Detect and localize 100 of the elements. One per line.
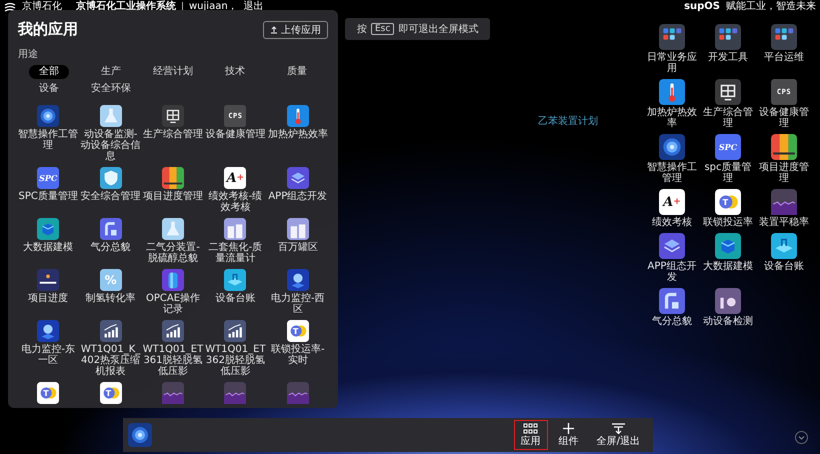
tile-caption[interactable]: OPCAE操作记录 xyxy=(142,293,204,315)
coin-icon: T xyxy=(100,382,122,404)
shortcut-caption[interactable]: 项目进度管理 xyxy=(756,162,812,184)
coin-icon: T xyxy=(715,189,741,215)
user-name: wujiaan， xyxy=(189,0,238,13)
color-stripes-icon xyxy=(162,167,184,189)
tile-caption[interactable]: 智慧操作工管理 xyxy=(18,129,78,151)
upload-button[interactable]: 上传应用 xyxy=(263,20,328,38)
app-folder-icon xyxy=(771,24,797,50)
chevron-down-icon[interactable] xyxy=(795,431,808,444)
tile-caption[interactable]: 电力监控-西区 xyxy=(268,293,328,315)
filter-tab[interactable]: 设备 xyxy=(29,82,69,96)
filter-tab[interactable]: 生产 xyxy=(91,65,131,79)
tile-caption[interactable]: 动设备监测-动设备综合信息 xyxy=(80,129,141,162)
panel-title: 我的应用 xyxy=(18,20,78,39)
globe-icon xyxy=(128,423,152,447)
globe-icon xyxy=(659,134,685,160)
tile-caption[interactable]: 设备健康管理 xyxy=(205,129,266,140)
shortcut-caption[interactable]: 装置平稳率 xyxy=(759,217,809,228)
shortcut-caption[interactable]: 平台运维 xyxy=(764,52,804,63)
tile-caption[interactable]: WT1Q01_ET362脱轻脱氢低压影 xyxy=(205,344,266,377)
shortcut-caption[interactable]: 气分总貌 xyxy=(652,316,692,327)
filter-tab[interactable]: 全部 xyxy=(29,65,69,79)
percent-icon: % xyxy=(100,269,122,291)
tile-caption[interactable]: 生产综合管理 xyxy=(142,129,203,140)
dock-button[interactable]: 全屏/退出 xyxy=(590,420,647,450)
pipe-icon xyxy=(100,218,122,240)
bar-chart-icon xyxy=(162,320,184,342)
coin-icon: T xyxy=(37,382,60,404)
letter-a-icon: A$^{+}$ xyxy=(659,189,685,215)
tile-caption[interactable]: 项目进度管理 xyxy=(142,191,203,202)
dock-button[interactable]: 应用 xyxy=(514,420,548,450)
flask-icon xyxy=(162,218,184,240)
shortcut-caption[interactable]: 绩效考核 xyxy=(652,217,692,228)
tanks-icon xyxy=(224,218,246,240)
shortcut-caption[interactable]: spc质量管理 xyxy=(700,162,756,184)
shortcut-caption[interactable]: 联锁投运率 xyxy=(703,217,753,228)
platform-icon xyxy=(771,233,797,259)
flask-icon xyxy=(100,105,122,127)
tile-caption[interactable]: SPC质量管理 xyxy=(18,191,78,202)
slogan: 赋能工业，智造未来 xyxy=(726,0,816,13)
tile-caption[interactable]: WT1Q01_K_402热泵压缩机报表 xyxy=(80,344,141,377)
filter-tab[interactable]: 经营计划 xyxy=(143,65,203,79)
filter-tab[interactable]: 安全环保 xyxy=(81,82,141,96)
layers-icon xyxy=(659,233,685,259)
shield-icon xyxy=(100,167,122,189)
toast-text: 按 xyxy=(357,22,367,36)
shortcut-caption[interactable]: 设备台账 xyxy=(764,261,804,272)
logout-link[interactable]: 退出 xyxy=(244,0,264,13)
filter-tab[interactable]: 质量 xyxy=(277,65,317,79)
tile-caption[interactable]: 二气分装置-脱硫醇总貌 xyxy=(142,242,204,264)
spc-tile-icon: SPC xyxy=(37,167,60,189)
shortcut-caption[interactable]: 大数据建模 xyxy=(703,261,753,272)
tile-caption[interactable]: 电力监控-东一区 xyxy=(18,344,78,366)
tanks-icon xyxy=(286,218,309,240)
tile-caption[interactable]: 项目进度 xyxy=(28,293,68,304)
shortcut-caption[interactable]: 日常业务应用 xyxy=(644,52,700,74)
shortcut-caption[interactable]: 开发工具 xyxy=(708,52,748,63)
tile-caption[interactable]: 百万罐区 xyxy=(278,242,318,253)
shortcut-caption[interactable]: 生产综合管理 xyxy=(700,107,756,129)
tile-caption[interactable]: 大数据建模 xyxy=(23,242,74,253)
tile-caption[interactable]: 气分总貌 xyxy=(90,242,131,253)
fullscreen-icon xyxy=(610,423,626,434)
thermometer-icon xyxy=(286,105,309,127)
tile-caption[interactable]: 联锁投运率-实时 xyxy=(268,344,328,366)
tile-caption[interactable]: 绩效考核-绩效考核 xyxy=(205,191,266,213)
shortcut-caption[interactable]: 智慧操作工管理 xyxy=(644,162,700,184)
shortcut-caption[interactable]: 加热炉热效率 xyxy=(644,107,700,129)
app-grid-icon xyxy=(523,423,538,434)
globe-icon xyxy=(37,105,60,127)
tile-caption[interactable]: WT1Q01_ET361脱轻脱氢低压影 xyxy=(142,344,204,377)
dock-button[interactable]: 组件 xyxy=(552,420,586,450)
window-grid-icon xyxy=(162,105,184,127)
tile-caption[interactable]: 制氢转化率 xyxy=(86,293,136,304)
tile-caption[interactable]: 加热炉热效率 xyxy=(268,129,328,140)
logo-text: 京博石化 xyxy=(22,0,62,13)
tile-caption[interactable]: 二套焦化-质量流量计 xyxy=(205,242,266,264)
glow-icon xyxy=(37,320,60,342)
shortcut-caption[interactable]: 动设备检测 xyxy=(703,316,753,327)
letter-a-icon: A$^{+}$ xyxy=(224,167,246,189)
blocks-icon xyxy=(37,218,60,240)
system-title: 京博石化工业操作系统 xyxy=(76,0,176,13)
shortcut-caption[interactable]: APP组态开发 xyxy=(644,261,700,283)
app-folder-icon xyxy=(659,24,685,50)
tile-caption[interactable]: 设备台账 xyxy=(215,293,256,304)
bar-chart-icon xyxy=(100,320,122,342)
dashboard-label: 乙苯装置计划 xyxy=(538,114,598,128)
app-folder-icon xyxy=(715,24,741,50)
layers-icon xyxy=(286,167,309,189)
filter-label: 用途 xyxy=(18,48,39,61)
spc-tile-icon: SPC xyxy=(715,134,741,160)
equipment-icon xyxy=(715,288,741,314)
filter-tab[interactable]: 技术 xyxy=(215,65,255,79)
toast-text: 即可退出全屏模式 xyxy=(398,22,478,36)
cylinder-icon xyxy=(162,269,184,291)
shortcut-caption[interactable]: 设备健康管理 xyxy=(756,107,812,129)
tile-caption[interactable]: 安全综合管理 xyxy=(80,191,141,202)
thermometer-icon xyxy=(659,79,685,105)
tile-caption[interactable]: APP组态开发 xyxy=(268,191,328,202)
window-grid-icon xyxy=(715,79,741,105)
